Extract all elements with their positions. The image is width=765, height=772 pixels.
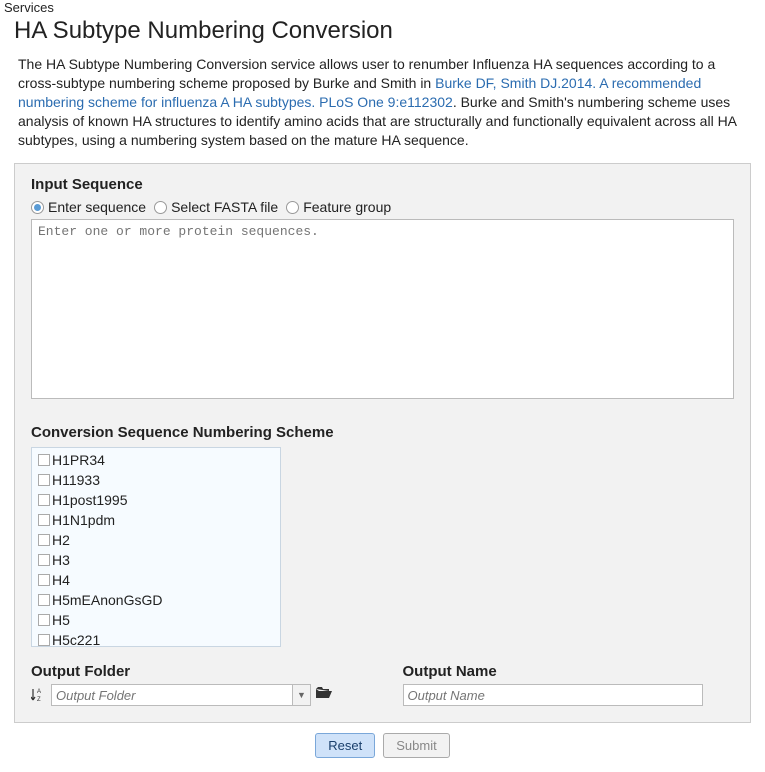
scheme-label: H3 <box>52 552 70 568</box>
output-folder-label: Output Folder <box>31 663 363 680</box>
checkbox-icon <box>38 534 50 546</box>
svg-text:A: A <box>37 689 41 695</box>
scheme-title: Conversion Sequence Numbering Scheme <box>31 424 734 441</box>
scheme-label: H5mEAnonGsGD <box>52 592 162 608</box>
radio-icon <box>154 201 167 214</box>
output-folder-input[interactable] <box>52 685 292 705</box>
scheme-item[interactable]: H5mEAnonGsGD <box>32 590 280 610</box>
scheme-listbox[interactable]: H1PR34 H11933 H1post1995 H1N1pdm H2 H3 H… <box>31 447 281 647</box>
scheme-item[interactable]: H1N1pdm <box>32 510 280 530</box>
scheme-label: H1post1995 <box>52 492 128 508</box>
output-name-label: Output Name <box>403 663 735 680</box>
scheme-item[interactable]: H4 <box>32 570 280 590</box>
scheme-label: H2 <box>52 532 70 548</box>
open-folder-icon[interactable] <box>315 686 333 704</box>
scheme-label: H5 <box>52 612 70 628</box>
intro-text: The HA Subtype Numbering Conversion serv… <box>18 55 747 149</box>
checkbox-icon <box>38 514 50 526</box>
scheme-item[interactable]: H5c221 <box>32 630 280 647</box>
chevron-down-icon[interactable]: ▼ <box>292 685 310 705</box>
submit-button[interactable]: Submit <box>383 733 449 758</box>
checkbox-icon <box>38 494 50 506</box>
scheme-item[interactable]: H3 <box>32 550 280 570</box>
radio-label: Enter sequence <box>48 199 146 215</box>
svg-text:Z: Z <box>37 697 41 703</box>
scheme-label: H1PR34 <box>52 452 105 468</box>
input-mode-radios: Enter sequence Select FASTA file Feature… <box>31 199 734 215</box>
scheme-label: H11933 <box>52 472 100 488</box>
checkbox-icon <box>38 474 50 486</box>
scheme-label: H4 <box>52 572 70 588</box>
checkbox-icon <box>38 614 50 626</box>
reset-button[interactable]: Reset <box>315 733 375 758</box>
output-name-input[interactable] <box>403 684 703 706</box>
radio-select-fasta[interactable]: Select FASTA file <box>154 199 278 215</box>
scheme-item[interactable]: H5 <box>32 610 280 630</box>
scheme-label: H1N1pdm <box>52 512 115 528</box>
radio-enter-sequence[interactable]: Enter sequence <box>31 199 146 215</box>
scheme-item[interactable]: H1PR34 <box>32 450 280 470</box>
scheme-item[interactable]: H2 <box>32 530 280 550</box>
output-folder-combo[interactable]: ▼ <box>51 684 311 706</box>
radio-icon <box>31 201 44 214</box>
checkbox-icon <box>38 574 50 586</box>
sort-az-icon[interactable]: AZ <box>31 687 45 703</box>
radio-label: Feature group <box>303 199 391 215</box>
form-panel: Input Sequence Enter sequence Select FAS… <box>14 163 751 723</box>
scheme-item[interactable]: H11933 <box>32 470 280 490</box>
checkbox-icon <box>38 634 50 646</box>
input-sequence-title: Input Sequence <box>31 176 734 193</box>
checkbox-icon <box>38 554 50 566</box>
radio-feature-group[interactable]: Feature group <box>286 199 391 215</box>
radio-icon <box>286 201 299 214</box>
scheme-item[interactable]: H1post1995 <box>32 490 280 510</box>
sequence-input[interactable] <box>31 219 734 399</box>
radio-label: Select FASTA file <box>171 199 278 215</box>
breadcrumb: Services <box>0 0 765 15</box>
scheme-label: H5c221 <box>52 632 100 647</box>
page-title: HA Subtype Numbering Conversion <box>14 17 765 45</box>
checkbox-icon <box>38 454 50 466</box>
checkbox-icon <box>38 594 50 606</box>
